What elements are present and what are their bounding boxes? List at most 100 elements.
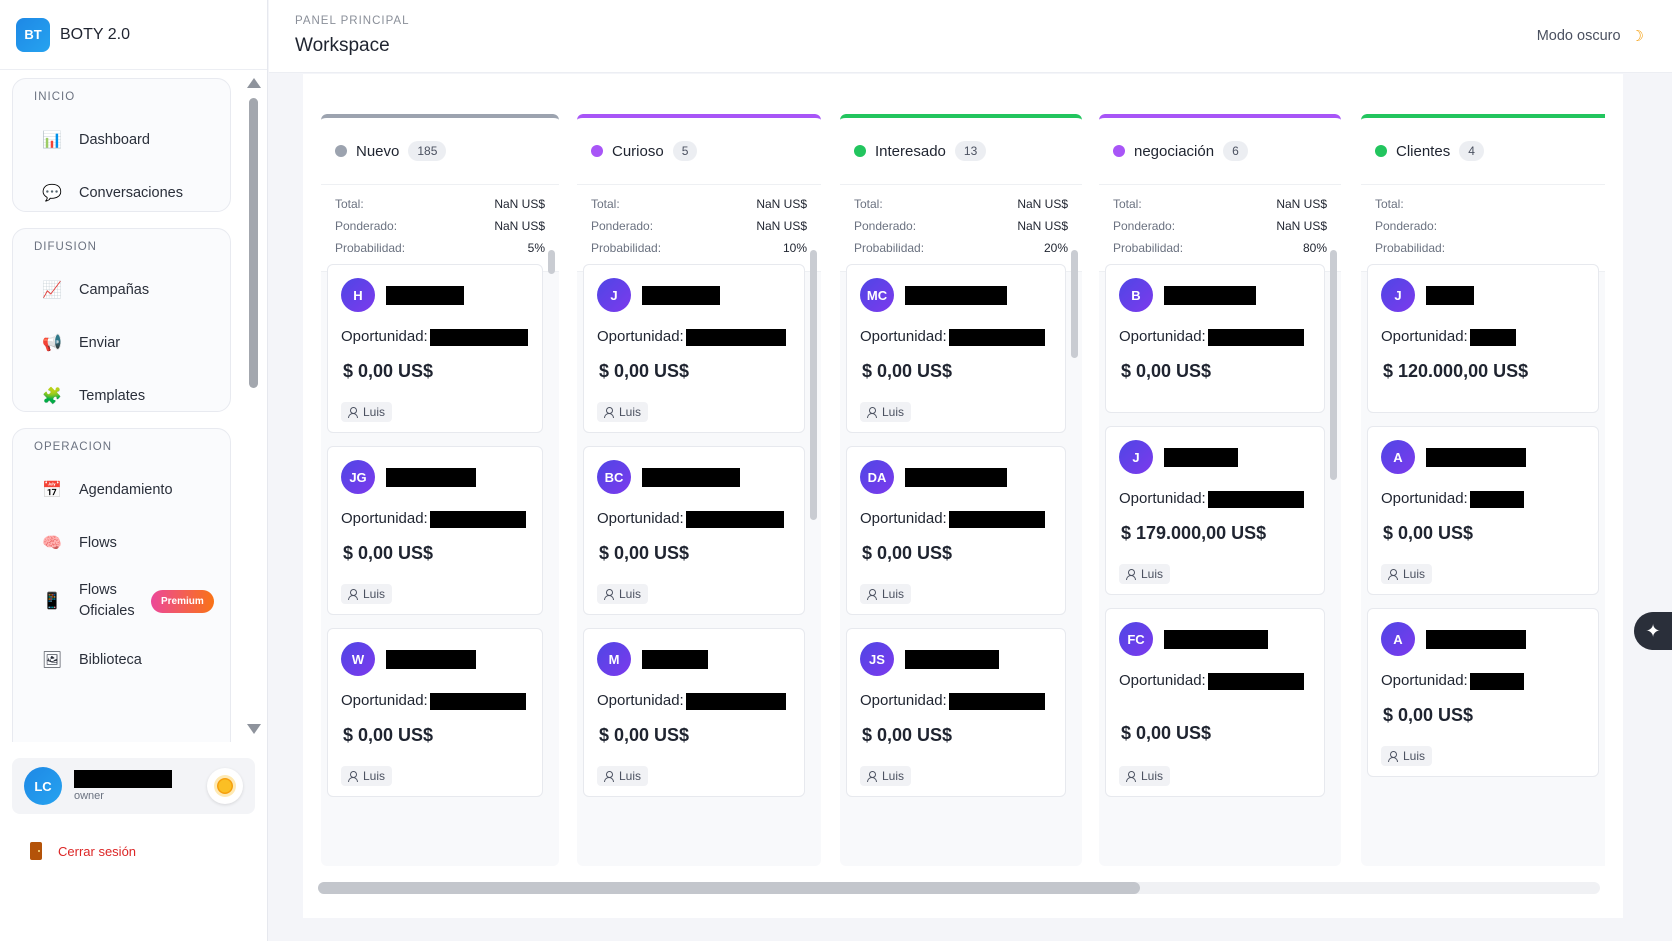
user-icon	[604, 407, 614, 418]
user-card[interactable]: LC owner	[12, 758, 255, 814]
deal-card[interactable]: J Oportunidad: $ 0,00 US$ Luis	[583, 264, 805, 433]
deal-card[interactable]: DA Oportunidad: $ 0,00 US$ Luis	[846, 446, 1066, 615]
column-scrollbar[interactable]	[548, 250, 555, 274]
board-horizontal-scrollbar[interactable]	[318, 882, 1600, 894]
logout-label: Cerrar sesión	[58, 843, 137, 859]
sidebar-item-flows-oficiales[interactable]: 📱 Flows Oficiales Premium	[13, 569, 230, 633]
owner-chip[interactable]: Luis	[860, 584, 912, 604]
column-header[interactable]: Interesado 13	[840, 114, 1082, 184]
owner-chip[interactable]: Luis	[341, 584, 393, 604]
owner-chip[interactable]: Luis	[860, 766, 912, 786]
phone-icon: 📱	[42, 593, 62, 610]
brand[interactable]: BT BOTY 2.0	[0, 0, 267, 70]
owner-chip[interactable]: Luis	[341, 402, 393, 422]
column-header[interactable]: Nuevo 185	[321, 114, 559, 184]
puzzle-icon: 🧩	[42, 387, 62, 405]
stat-total: Total: NaN US$	[1113, 197, 1327, 219]
avatar: J	[1381, 278, 1415, 312]
scrollbar-thumb[interactable]	[249, 98, 258, 388]
sidebar-item-dashboard[interactable]: 📊 Dashboard	[13, 113, 230, 166]
ai-assistant-button[interactable]: ✦	[1634, 612, 1672, 650]
brand-logo: BT	[16, 17, 50, 52]
deal-card[interactable]: H Oportunidad: $ 0,00 US$ Luis	[327, 264, 543, 433]
opportunity-value-redacted	[686, 693, 786, 710]
user-icon	[348, 407, 358, 418]
deal-card[interactable]: BC Oportunidad: $ 0,00 US$ Luis	[583, 446, 805, 615]
owner-chip[interactable]: Luis	[597, 402, 649, 422]
scroll-down-icon[interactable]	[247, 724, 261, 734]
owner-name: Luis	[1141, 769, 1164, 783]
column-header[interactable]: negociación 6	[1099, 114, 1341, 184]
stat-label: Ponderado:	[1113, 219, 1176, 233]
deal-card[interactable]: JS Oportunidad: $ 0,00 US$ Luis	[846, 628, 1066, 797]
opportunity-label: Oportunidad:	[860, 510, 947, 527]
sidebar-item-flows[interactable]: 🧠 Flows	[13, 516, 230, 569]
column-header[interactable]: Curioso 5	[577, 114, 821, 184]
deal-card[interactable]: FC Oportunidad: $ 0,00 US$ Luis	[1105, 608, 1325, 797]
contact-name-redacted	[642, 286, 720, 305]
owner-chip[interactable]: Luis	[1119, 766, 1171, 786]
nav-group-difusion: DIFUSION 📈 Campañas 📢 Enviar 🧩 Templates	[12, 228, 231, 412]
deal-card[interactable]: B Oportunidad: $ 0,00 US$	[1105, 264, 1325, 413]
nav-group-title: DIFUSION	[34, 241, 97, 253]
pipeline-column: Interesado 13 Total: NaN US$ Ponderado: NaN U…	[840, 114, 1082, 866]
deal-card[interactable]: A Oportunidad: $ 0,00 US$ Luis	[1367, 426, 1599, 595]
sidebar-item-campanas[interactable]: 📈 Campañas	[13, 263, 230, 316]
column-stats: Total: NaN US$ Ponderado: NaN US$ Probabilid…	[321, 184, 559, 272]
theme-toggle-button[interactable]	[207, 768, 243, 804]
deal-card[interactable]: W Oportunidad: $ 0,00 US$ Luis	[327, 628, 543, 797]
column-scrollbar[interactable]	[1071, 250, 1078, 358]
brand-name: BOTY 2.0	[60, 25, 130, 43]
dark-mode-toggle[interactable]: Modo oscuro ☽	[1537, 27, 1644, 45]
stage-dot-icon	[335, 145, 347, 157]
sidebar-item-enviar[interactable]: 📢 Enviar	[13, 316, 230, 369]
contact-name-redacted	[386, 286, 464, 305]
logout-button[interactable]: Cerrar sesión	[30, 842, 136, 860]
owner-chip[interactable]: Luis	[1119, 564, 1171, 584]
avatar: A	[1381, 440, 1415, 474]
column-header[interactable]: Clientes 4	[1361, 114, 1605, 184]
deal-card[interactable]: JG Oportunidad: $ 0,00 US$ Luis	[327, 446, 543, 615]
owner-name: Luis	[1403, 567, 1426, 581]
deal-card[interactable]: M Oportunidad: $ 0,00 US$ Luis	[583, 628, 805, 797]
owner-chip[interactable]: Luis	[1381, 746, 1433, 766]
stat-weighted: Ponderado:	[1375, 219, 1601, 241]
scrollbar-thumb[interactable]	[318, 882, 1140, 894]
opportunity-value-redacted	[949, 329, 1045, 346]
deal-card[interactable]: J Oportunidad: $ 120.000,00 US$	[1367, 264, 1599, 413]
sidebar-item-agendamiento[interactable]: 📅 Agendamiento	[13, 463, 230, 516]
opportunity-label: Oportunidad:	[1119, 328, 1206, 345]
owner-chip[interactable]: Luis	[597, 584, 649, 604]
scroll-up-icon[interactable]	[247, 78, 261, 88]
kanban-board[interactable]: Nuevo 185 Total: NaN US$ Ponderado: NaN US$ Pr…	[321, 114, 1605, 868]
stat-label: Ponderado:	[335, 219, 398, 233]
sidebar-scrollbar[interactable]	[246, 74, 261, 734]
avatar: FC	[1119, 622, 1153, 656]
owner-chip[interactable]: Luis	[597, 766, 649, 786]
column-count-badge: 6	[1223, 141, 1248, 161]
pipeline-column: Nuevo 185 Total: NaN US$ Ponderado: NaN US$ Pr…	[321, 114, 559, 866]
owner-chip[interactable]: Luis	[1381, 564, 1433, 584]
deal-amount: $ 120.000,00 US$	[1383, 361, 1529, 381]
contact-name-redacted	[1164, 286, 1256, 305]
stat-label: Total:	[854, 197, 883, 211]
owner-chip[interactable]: Luis	[341, 766, 393, 786]
dashboard-icon: 📊	[42, 131, 62, 149]
sidebar-item-biblioteca[interactable]: 🖼 Biblioteca	[13, 633, 230, 686]
deal-amount: $ 0,00 US$	[1121, 723, 1212, 743]
opportunity-label: Oportunidad:	[860, 328, 947, 345]
deal-card[interactable]: MC Oportunidad: $ 0,00 US$ Luis	[846, 264, 1066, 433]
deal-amount: $ 0,00 US$	[862, 361, 953, 381]
column-scrollbar[interactable]	[810, 250, 817, 520]
sidebar-item-conversaciones[interactable]: 💬 Conversaciones	[13, 166, 230, 219]
column-scrollbar[interactable]	[1330, 250, 1337, 480]
breadcrumb: PANEL PRINCIPAL	[295, 15, 410, 27]
opportunity-value-redacted	[1470, 673, 1524, 690]
owner-name: Luis	[882, 587, 905, 601]
chat-icon: 💬	[42, 184, 62, 202]
sidebar-item-templates[interactable]: 🧩 Templates	[13, 369, 230, 422]
column-count-badge: 13	[954, 141, 987, 161]
deal-card[interactable]: J Oportunidad: $ 179.000,00 US$ Luis	[1105, 426, 1325, 595]
owner-chip[interactable]: Luis	[860, 402, 912, 422]
deal-card[interactable]: A Oportunidad: $ 0,00 US$ Luis	[1367, 608, 1599, 777]
